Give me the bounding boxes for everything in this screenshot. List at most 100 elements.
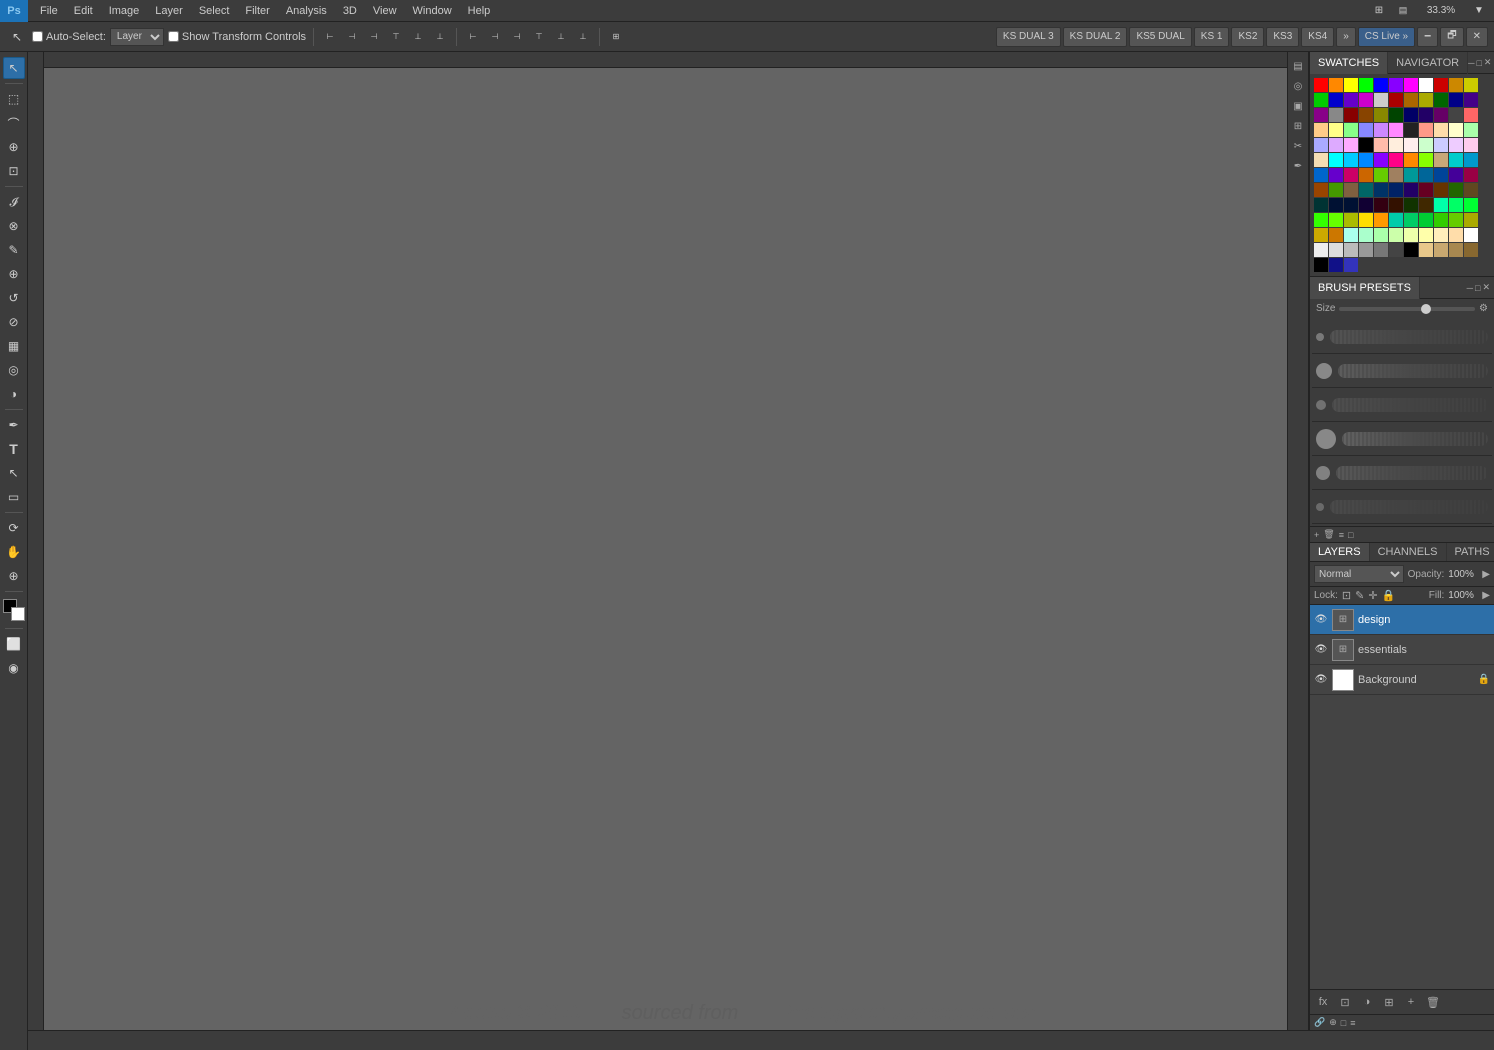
color-swatch[interactable] (1374, 138, 1388, 152)
color-swatch[interactable] (1419, 243, 1433, 257)
background-color[interactable] (11, 607, 25, 621)
brush-size-thumb[interactable] (1421, 304, 1431, 314)
color-swatch[interactable] (1434, 198, 1448, 212)
color-swatch[interactable] (1374, 198, 1388, 212)
color-swatch[interactable] (1464, 168, 1478, 182)
color-swatch[interactable] (1464, 93, 1478, 107)
brush-preset-item[interactable] (1312, 388, 1492, 422)
hand-tool[interactable]: ✋ (3, 541, 25, 563)
color-swatch[interactable] (1404, 213, 1418, 227)
align-right-btn[interactable]: ⊣ (365, 28, 383, 46)
color-swatch[interactable] (1464, 153, 1478, 167)
menu-view[interactable]: View (365, 0, 405, 22)
color-swatch[interactable] (1314, 243, 1328, 257)
distribute-center-h-btn[interactable]: ⊣ (486, 28, 504, 46)
align-top-btn[interactable]: ⊤ (387, 28, 405, 46)
color-swatch[interactable] (1329, 183, 1343, 197)
menu-image[interactable]: Image (101, 0, 148, 22)
color-swatch[interactable] (1389, 183, 1403, 197)
color-swatch[interactable] (1314, 228, 1328, 242)
color-swatch[interactable] (1464, 78, 1478, 92)
color-swatch[interactable] (1434, 243, 1448, 257)
color-swatch[interactable] (1344, 138, 1358, 152)
brush-presets-expand-btn[interactable]: □ (1348, 530, 1353, 540)
color-swatch[interactable] (1359, 93, 1373, 107)
color-swatch[interactable] (1404, 183, 1418, 197)
menu-analysis[interactable]: Analysis (278, 0, 335, 22)
color-swatch[interactable] (1374, 108, 1388, 122)
color-swatch[interactable] (1389, 138, 1403, 152)
color-swatch[interactable] (1449, 213, 1463, 227)
color-swatch[interactable] (1314, 198, 1328, 212)
color-swatch[interactable] (1449, 78, 1463, 92)
color-swatch[interactable] (1359, 198, 1373, 212)
color-swatch[interactable] (1434, 153, 1448, 167)
color-swatch[interactable] (1359, 228, 1373, 242)
color-swatch[interactable] (1344, 228, 1358, 242)
channels-tab[interactable]: CHANNELS (1370, 543, 1447, 561)
color-swatch[interactable] (1359, 168, 1373, 182)
color-swatch[interactable] (1464, 183, 1478, 197)
camera-raw-btn[interactable]: ◉ (3, 657, 25, 679)
workspace-ks1-tab[interactable]: KS 1 (1194, 27, 1230, 47)
color-swatch[interactable] (1404, 138, 1418, 152)
color-swatch[interactable] (1344, 153, 1358, 167)
minimize-btn[interactable]: 🗕 (1417, 27, 1438, 47)
color-swatch[interactable] (1344, 78, 1358, 92)
brush-presets-arrange-btn[interactable]: ≡ (1339, 530, 1344, 540)
swatches-panel-maximize[interactable]: □ (1476, 58, 1481, 68)
color-swatch[interactable] (1374, 213, 1388, 227)
layer-item[interactable]: 👁⊞design (1310, 605, 1494, 635)
color-swatch[interactable] (1314, 93, 1328, 107)
color-swatch[interactable] (1449, 228, 1463, 242)
layers-tab[interactable]: LAYERS (1310, 543, 1370, 561)
crop-tool[interactable]: ⊡ (3, 160, 25, 182)
color-swatch[interactable] (1389, 123, 1403, 137)
color-swatch[interactable] (1419, 183, 1433, 197)
color-swatch[interactable] (1404, 93, 1418, 107)
color-swatch[interactable] (1434, 93, 1448, 107)
brush-preset-item[interactable] (1312, 320, 1492, 354)
color-swatch[interactable] (1389, 243, 1403, 257)
brush-presets-maximize[interactable]: □ (1475, 283, 1480, 293)
text-tool[interactable]: T (3, 438, 25, 460)
color-swatch[interactable] (1344, 168, 1358, 182)
color-swatch[interactable] (1404, 123, 1418, 137)
workspace-ks5dual-tab[interactable]: KS5 DUAL (1129, 27, 1191, 47)
layer-item[interactable]: 👁⊞essentials (1310, 635, 1494, 665)
history-brush-tool[interactable]: ↺ (3, 287, 25, 309)
panel-4-toggle[interactable]: ⊞ (1289, 117, 1307, 135)
zoom-dropdown-btn[interactable]: ▼ (1468, 0, 1490, 22)
gradient-tool[interactable]: ▦ (3, 335, 25, 357)
auto-align-layers-btn[interactable]: ⊞ (607, 28, 625, 46)
move-tool[interactable]: ↖ (3, 57, 25, 79)
color-swatch[interactable] (1344, 243, 1358, 257)
color-swatch[interactable] (1449, 168, 1463, 182)
brush-presets-close[interactable]: ✕ (1482, 282, 1490, 293)
paths-tab[interactable]: PATHS (1447, 543, 1494, 561)
color-swatch[interactable] (1329, 228, 1343, 242)
color-swatch[interactable] (1329, 243, 1343, 257)
brush-presets-new-btn[interactable]: + (1314, 530, 1319, 540)
color-swatch[interactable] (1404, 198, 1418, 212)
distribute-right-btn[interactable]: ⊣ (508, 28, 526, 46)
color-swatch[interactable] (1434, 213, 1448, 227)
blur-tool[interactable]: ◎ (3, 359, 25, 381)
swatches-tab[interactable]: SWATCHES (1310, 52, 1388, 74)
color-swatch[interactable] (1419, 228, 1433, 242)
color-swatch[interactable] (1389, 213, 1403, 227)
color-swatch[interactable] (1434, 228, 1448, 242)
color-swatch[interactable] (1419, 138, 1433, 152)
color-swatch[interactable] (1329, 138, 1343, 152)
distribute-top-btn[interactable]: ⊤ (530, 28, 548, 46)
color-swatch[interactable] (1389, 168, 1403, 182)
layer-visibility-icon[interactable]: 👁 (1314, 643, 1328, 657)
show-transform-checkbox-label[interactable]: Show Transform Controls (168, 31, 306, 43)
color-swatch[interactable] (1389, 108, 1403, 122)
color-swatch[interactable] (1329, 168, 1343, 182)
color-swatch[interactable] (1359, 108, 1373, 122)
color-swatch[interactable] (1419, 78, 1433, 92)
color-swatch[interactable] (1374, 183, 1388, 197)
brush-presets-menu-btn[interactable]: ⚙ (1479, 303, 1488, 314)
color-swatch[interactable] (1329, 123, 1343, 137)
